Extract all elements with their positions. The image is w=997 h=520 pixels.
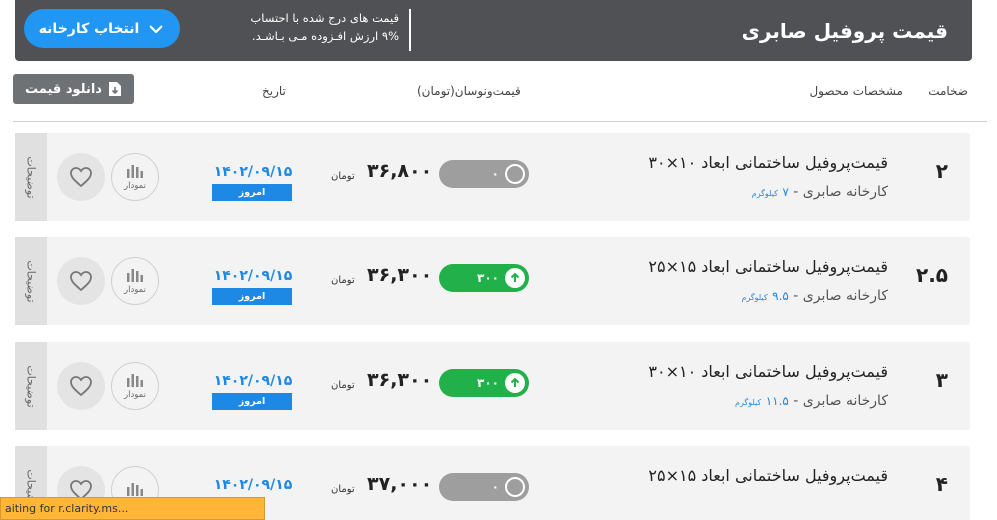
favorite-button[interactable] [57,153,105,201]
weight-unit: کیلوگرم [735,398,762,407]
product-title[interactable]: قیمت‌پروفیل ساختمانی ابعاد ۱۰×۳۰ [648,153,888,172]
price-change-pill: ۳۰۰ [439,264,529,292]
product-subtitle: کارخانه صابری - ۹.۵ کیلوگرم [741,288,888,304]
description-label: توضیحات [24,155,38,199]
browser-status-bar: aiting for r.clarity.ms... [0,497,265,520]
chart-button[interactable]: نمودار [111,153,159,201]
description-tab[interactable]: توضیحات [15,342,47,430]
price-date: ۱۴۰۲/۰۹/۱۵ [213,268,293,284]
price-unit: تومان [331,380,355,391]
bar-chart-icon [127,374,143,387]
arrow-up-icon [507,375,523,391]
factory-name: کارخانه صابری - [788,393,888,409]
price-change-value: ۳۰۰ [477,376,499,390]
heart-icon [70,271,92,292]
factory-name: کارخانه صابری - [788,184,888,200]
weight-unit: کیلوگرم [741,293,768,302]
header-divider [13,121,987,122]
table-row: ۳ قیمت‌پروفیل ساختمانی ابعاد ۱۰×۳۰ کارخا… [15,342,970,430]
price-value: ۳۶,۳۰۰ [367,369,433,391]
chart-button[interactable]: نمودار [111,362,159,410]
product-title[interactable]: قیمت‌پروفیل ساختمانی ابعاد ۱۵×۲۵ [648,257,888,276]
product-title[interactable]: قیمت‌پروفیل ساختمانی ابعاد ۱۰×۳۰ [648,362,888,381]
row-thickness: ۲ [935,159,948,183]
description-label: توضیحات [24,259,38,303]
price-date: ۱۴۰۲/۰۹/۱۵ [213,373,293,389]
change-indicator [505,268,525,288]
col-date: تاریخ [262,84,286,98]
favorite-button[interactable] [57,362,105,410]
table-row: ۲.۵ قیمت‌پروفیل ساختمانی ابعاد ۱۵×۲۵ کار… [15,237,970,325]
row-thickness: ۳ [935,368,948,392]
today-badge: امروز [212,393,292,410]
col-thickness: ضخامت [928,84,968,98]
col-price-change: قیمت‌ونوسان(تومان) [417,84,521,98]
col-specs: مشخصات محصول [809,84,903,98]
chart-button[interactable]: نمودار [111,257,159,305]
price-value: ۳۶,۸۰۰ [367,160,433,182]
price-change-value: ۰ [491,167,499,181]
page-header: قیمت پروفیل صابری قیمت های درج شده با اح… [15,0,972,61]
chart-label: نمودار [124,390,146,400]
factory-name: کارخانه صابری - [788,288,888,304]
select-factory-label: انتخاب کارخانه [38,20,140,37]
price-date: ۱۴۰۲/۰۹/۱۵ [213,164,293,180]
product-weight: ۱۱.۵ [765,394,789,408]
vat-note: قیمت های درج شده با احتساب ۹% ارزش افـزو… [205,9,411,51]
file-download-icon [108,82,121,96]
download-price-label: دانلود قیمت [25,81,102,97]
favorite-button[interactable] [57,257,105,305]
change-indicator [505,373,525,393]
bar-chart-icon [127,483,143,496]
change-indicator [505,164,525,184]
today-badge: امروز [212,184,292,201]
table-row: ۲ قیمت‌پروفیل ساختمانی ابعاد ۱۰×۳۰ کارخا… [15,133,970,221]
today-badge: امروز [212,288,292,305]
heart-icon [70,376,92,397]
description-tab[interactable]: توضیحات [15,237,47,325]
select-factory-button[interactable]: انتخاب کارخانه [24,9,180,48]
price-change-pill: ۰ [439,160,529,188]
price-change-pill: ۳۰۰ [439,369,529,397]
price-change-pill: ۰ [439,473,529,501]
page-title: قیمت پروفیل صابری [741,18,948,43]
product-subtitle: کارخانه صابری - ۱۱.۵ کیلوگرم [735,393,888,409]
chevron-down-icon [149,25,163,33]
price-unit: تومان [331,275,355,286]
arrow-up-icon [507,270,523,286]
price-value: ۳۶,۳۰۰ [367,264,433,286]
price-change-value: ۳۰۰ [477,271,499,285]
bar-chart-icon [127,165,143,178]
price-unit: تومان [331,484,355,495]
heart-icon [70,167,92,188]
row-thickness: ۴ [935,472,948,496]
price-value: ۳۷,۰۰۰ [367,473,433,495]
download-price-button[interactable]: دانلود قیمت [13,74,134,104]
row-thickness: ۲.۵ [915,263,948,287]
chart-label: نمودار [124,285,146,295]
product-weight: ۹.۵ [772,289,789,303]
product-title[interactable]: قیمت‌پروفیل ساختمانی ابعاد ۱۵×۲۵ [648,466,888,485]
change-indicator [505,477,525,497]
price-change-value: ۰ [491,480,499,494]
product-subtitle: کارخانه صابری - ۷ کیلوگرم [752,184,888,200]
bar-chart-icon [127,269,143,282]
vat-note-line1: قیمت های درج شده با احتساب [250,11,399,25]
weight-unit: کیلوگرم [751,189,778,198]
price-unit: تومان [331,171,355,182]
vat-note-line2: ۹% ارزش افـزوده مـی بـاشـد. [251,29,399,43]
description-label: توضیحات [24,364,38,408]
price-date: ۱۴۰۲/۰۹/۱۵ [213,477,293,493]
description-tab[interactable]: توضیحات [15,133,47,221]
chart-label: نمودار [124,181,146,191]
